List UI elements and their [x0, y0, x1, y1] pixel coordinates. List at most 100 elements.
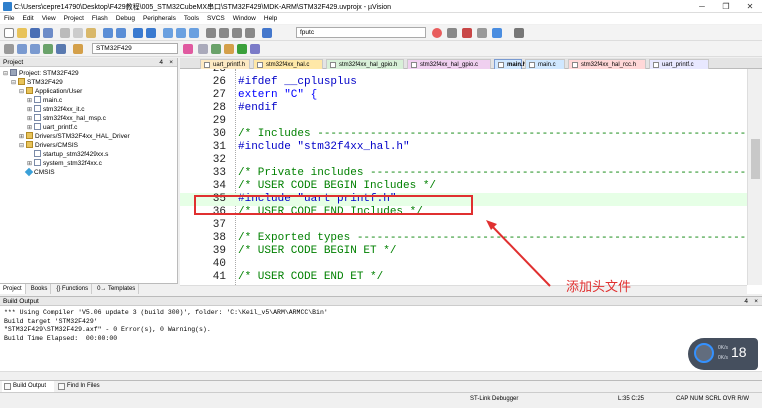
- menu-project[interactable]: Project: [64, 13, 84, 24]
- upload-rate: 0K/s: [718, 345, 729, 351]
- tree-node-label: system_stm32f4xx.c: [43, 160, 102, 167]
- save-all-icon[interactable]: [43, 28, 53, 38]
- tab-functions[interactable]: {} Functions: [53, 284, 93, 294]
- prev-bookmark-icon[interactable]: [176, 28, 186, 38]
- nav-forward-icon[interactable]: [146, 28, 156, 38]
- undo-icon[interactable]: [103, 28, 113, 38]
- tab-books[interactable]: Books: [28, 284, 52, 294]
- expander-icon[interactable]: ⊟: [11, 79, 18, 88]
- tree-node[interactable]: ⊟ Application/User: [19, 87, 82, 96]
- menu-peripherals[interactable]: Peripherals: [143, 13, 176, 24]
- tree-node[interactable]: ⊞ system_stm32f4xx.c: [27, 159, 102, 168]
- comment-icon[interactable]: [232, 28, 242, 38]
- code-line: #include "stm32f4xx_hal.h": [238, 141, 410, 153]
- next-bookmark-icon[interactable]: [189, 28, 199, 38]
- menu-file[interactable]: File: [4, 13, 14, 24]
- bookmark-icon[interactable]: [163, 28, 173, 38]
- save-icon[interactable]: [30, 28, 40, 38]
- code-area[interactable]: 25 26 #ifdef __cplusplus 27 extern "C" {28 #e…: [180, 69, 762, 285]
- select-pack-icon[interactable]: [224, 44, 234, 54]
- tree-node[interactable]: ⊞ stm32f4xx_it.c: [27, 105, 85, 114]
- file-tab[interactable]: stm32f4xx_hal_gpio.h: [326, 59, 404, 69]
- stop-icon[interactable]: [462, 28, 472, 38]
- file-tab[interactable]: stm32f4xx_hal_rcc.h: [568, 59, 646, 69]
- wrench-icon[interactable]: [514, 28, 524, 38]
- load-icon[interactable]: [73, 44, 83, 54]
- target-options-icon[interactable]: [183, 44, 193, 54]
- search-combo[interactable]: fputc: [296, 27, 426, 38]
- tree-node-label: STM32F429: [27, 79, 63, 86]
- paste-icon[interactable]: [86, 28, 96, 38]
- manage-components-icon[interactable]: [211, 44, 221, 54]
- close-panel-icon[interactable]: ×: [169, 58, 173, 67]
- breakpoint-icon[interactable]: [432, 28, 442, 38]
- menu-svcs[interactable]: SVCS: [207, 13, 225, 24]
- tree-node[interactable]: ⊞ uart_printf.c: [27, 123, 77, 132]
- file-tab[interactable]: stm32f4xx_hal.c: [253, 59, 323, 69]
- expander-icon[interactable]: ⊟: [3, 70, 10, 79]
- find-in-files-icon[interactable]: [262, 28, 272, 38]
- window-layout-icon[interactable]: [492, 28, 502, 38]
- debug-icon[interactable]: [447, 28, 457, 38]
- file-tab[interactable]: main.c: [525, 59, 565, 69]
- menu-edit[interactable]: Edit: [22, 13, 33, 24]
- translate-icon[interactable]: [4, 44, 14, 54]
- menu-tools[interactable]: Tools: [184, 13, 199, 24]
- copy-icon[interactable]: [73, 28, 83, 38]
- tab-templates[interactable]: 0→ Templates: [94, 284, 140, 294]
- download-icon[interactable]: [56, 44, 66, 54]
- build-icon[interactable]: [17, 44, 27, 54]
- menu-flash[interactable]: Flash: [92, 13, 108, 24]
- menu-help[interactable]: Help: [264, 13, 277, 24]
- close-button[interactable]: ✕: [738, 0, 762, 13]
- pin-icon[interactable]: 4: [159, 58, 163, 67]
- horizontal-scrollbar[interactable]: [180, 285, 747, 294]
- menu-debug[interactable]: Debug: [116, 13, 135, 24]
- tab-build-output[interactable]: Build Output: [2, 381, 54, 392]
- uncomment-icon[interactable]: [245, 28, 255, 38]
- file-tab[interactable]: uart_printf.c: [649, 59, 709, 69]
- tree-node[interactable]: ⊟ Drivers/CMSIS: [19, 141, 78, 150]
- redo-icon[interactable]: [116, 28, 126, 38]
- target-select[interactable]: STM32F429: [92, 43, 178, 54]
- scroll-thumb[interactable]: [751, 139, 760, 179]
- nav-back-icon[interactable]: [133, 28, 143, 38]
- line-number: 31: [212, 141, 226, 153]
- open-folder-icon[interactable]: [17, 28, 27, 38]
- tab-project[interactable]: Project: [0, 284, 26, 294]
- manage-project-icon[interactable]: [198, 44, 208, 54]
- menu-view[interactable]: View: [42, 13, 56, 24]
- vertical-scrollbar[interactable]: [747, 69, 762, 285]
- unindent-icon[interactable]: [219, 28, 229, 38]
- expander-icon[interactable]: ⊟: [19, 88, 26, 97]
- network-speed-widget[interactable]: 0K/s 0K/s 18: [688, 338, 758, 370]
- project-panel-tabs: Project Books {} Functions 0→ Templates: [0, 283, 178, 294]
- run-green-icon[interactable]: [237, 44, 247, 54]
- build-pin-icon[interactable]: 4: [744, 297, 748, 306]
- tree-node[interactable]: ⊟ Project: STM32F429: [3, 69, 79, 78]
- folder-icon: [26, 141, 33, 148]
- build-close-icon[interactable]: ×: [754, 297, 758, 306]
- file-tab[interactable]: uart_printf.h: [200, 59, 250, 69]
- batch-build-icon[interactable]: [43, 44, 53, 54]
- build-scrollbar[interactable]: [0, 371, 762, 379]
- minimize-button[interactable]: ─: [690, 0, 714, 13]
- cut-icon[interactable]: [60, 28, 70, 38]
- maximize-button[interactable]: ❐: [714, 0, 738, 13]
- tree-node[interactable]: CMSIS: [19, 167, 55, 177]
- expander-icon[interactable]: ⊟: [19, 142, 26, 151]
- file-tab[interactable]: stm32f4xx_hal_gpio.c: [407, 59, 491, 69]
- rebuild-icon[interactable]: [30, 44, 40, 54]
- tree-node[interactable]: ⊞ stm32f4xx_hal_msp.c: [27, 114, 106, 123]
- menu-window[interactable]: Window: [233, 13, 256, 24]
- indent-icon[interactable]: [206, 28, 216, 38]
- new-file-icon[interactable]: [4, 28, 14, 38]
- settings-icon[interactable]: [477, 28, 487, 38]
- tree-node[interactable]: startup_stm32f429xx.s: [27, 150, 108, 159]
- tab-find-in-files[interactable]: Find In Files: [56, 381, 100, 392]
- file-tab[interactable]: main.h: [494, 59, 526, 69]
- tree-node[interactable]: ⊟ STM32F429: [11, 78, 63, 87]
- tree-node[interactable]: ⊞ main.c: [27, 96, 62, 105]
- tree-node[interactable]: ⊞ Drivers/STM32F4xx_HAL_Driver: [19, 132, 130, 141]
- rte-icon[interactable]: [250, 44, 260, 54]
